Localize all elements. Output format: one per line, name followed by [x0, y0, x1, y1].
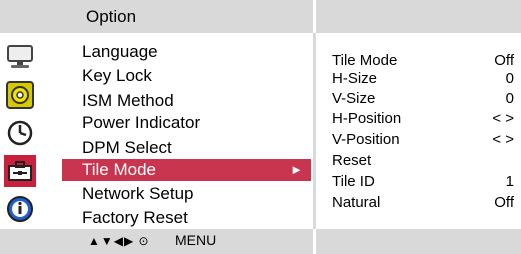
submenu-row-v-size[interactable]: V-Size 0 [332, 89, 514, 109]
submenu-label: H-Size [332, 70, 378, 87]
menu-title: Option [86, 7, 137, 26]
menu-item-label: Tile Mode [82, 160, 157, 179]
submenu-row-natural[interactable]: Natural Off [332, 193, 514, 213]
menu-key-label: MENU [175, 232, 217, 248]
submenu-label: H-Position [332, 110, 402, 127]
menu-item-network-setup[interactable]: Network Setup [62, 183, 311, 205]
submenu-row-tile-id[interactable]: Tile ID 1 [332, 172, 514, 192]
submenu-row-tile-mode[interactable]: Tile Mode Off [332, 51, 514, 71]
monitor-icon[interactable] [4, 41, 36, 73]
submenu-label: Natural [332, 194, 381, 211]
submenu-value: 1 [505, 173, 514, 190]
submenu-value: 0 [505, 70, 514, 87]
color-disc-icon[interactable] [4, 79, 36, 111]
submenu-label: V-Size [332, 90, 376, 107]
menu-item-label: Power Indicator [82, 113, 201, 132]
menu-item-label: Factory Reset [82, 208, 188, 227]
submenu-label: Reset [332, 152, 372, 169]
footer-divider [313, 229, 316, 254]
menu-item-label: Language [82, 42, 158, 61]
submenu-row-v-position[interactable]: V-Position < > [332, 130, 514, 150]
footer-bar: ▲▼◀▶ ⊙ MENU [0, 229, 521, 254]
menu-item-key-lock[interactable]: Key Lock [62, 65, 311, 87]
header-divider [313, 0, 316, 33]
category-icon-column [0, 33, 40, 229]
submenu-value: < > [492, 110, 514, 127]
submenu-row-h-position[interactable]: H-Position < > [332, 109, 514, 129]
clock-icon[interactable] [4, 117, 36, 149]
submenu-row-h-size[interactable]: H-Size 0 [332, 69, 514, 89]
submenu-value: 0 [505, 90, 514, 107]
menu-item-label: ISM Method [82, 91, 174, 110]
header-bar: Option [0, 0, 521, 33]
menu-item-language[interactable]: Language [62, 41, 311, 63]
menu-item-tile-mode[interactable]: Tile Mode ► [62, 159, 311, 181]
submenu-value: Off [494, 52, 514, 69]
info-icon[interactable] [4, 193, 36, 225]
submenu-row-reset[interactable]: Reset [332, 151, 514, 171]
submenu-label: Tile ID [332, 173, 375, 190]
submenu-label: Tile Mode [332, 52, 398, 69]
submenu-value: < > [492, 131, 514, 148]
submenu-arrow-icon: ► [290, 162, 303, 177]
submenu-label: V-Position [332, 131, 400, 148]
navigation-keys-icon: ▲▼◀▶ ⊙ [88, 234, 150, 248]
menu-item-label: Network Setup [82, 184, 194, 203]
panel-divider [313, 33, 316, 229]
menu-item-ism-method[interactable]: ISM Method [62, 90, 311, 112]
menu-item-power-indicator[interactable]: Power Indicator [62, 112, 311, 134]
menu-item-dpm-select[interactable]: DPM Select [62, 137, 311, 159]
menu-item-label: DPM Select [82, 138, 172, 157]
submenu-value: Off [494, 194, 514, 211]
toolbox-icon[interactable] [4, 155, 36, 187]
menu-item-factory-reset[interactable]: Factory Reset [62, 207, 311, 229]
menu-item-label: Key Lock [82, 66, 152, 85]
osd-window: Option Language Key Lock ISM Method Powe… [0, 0, 521, 254]
